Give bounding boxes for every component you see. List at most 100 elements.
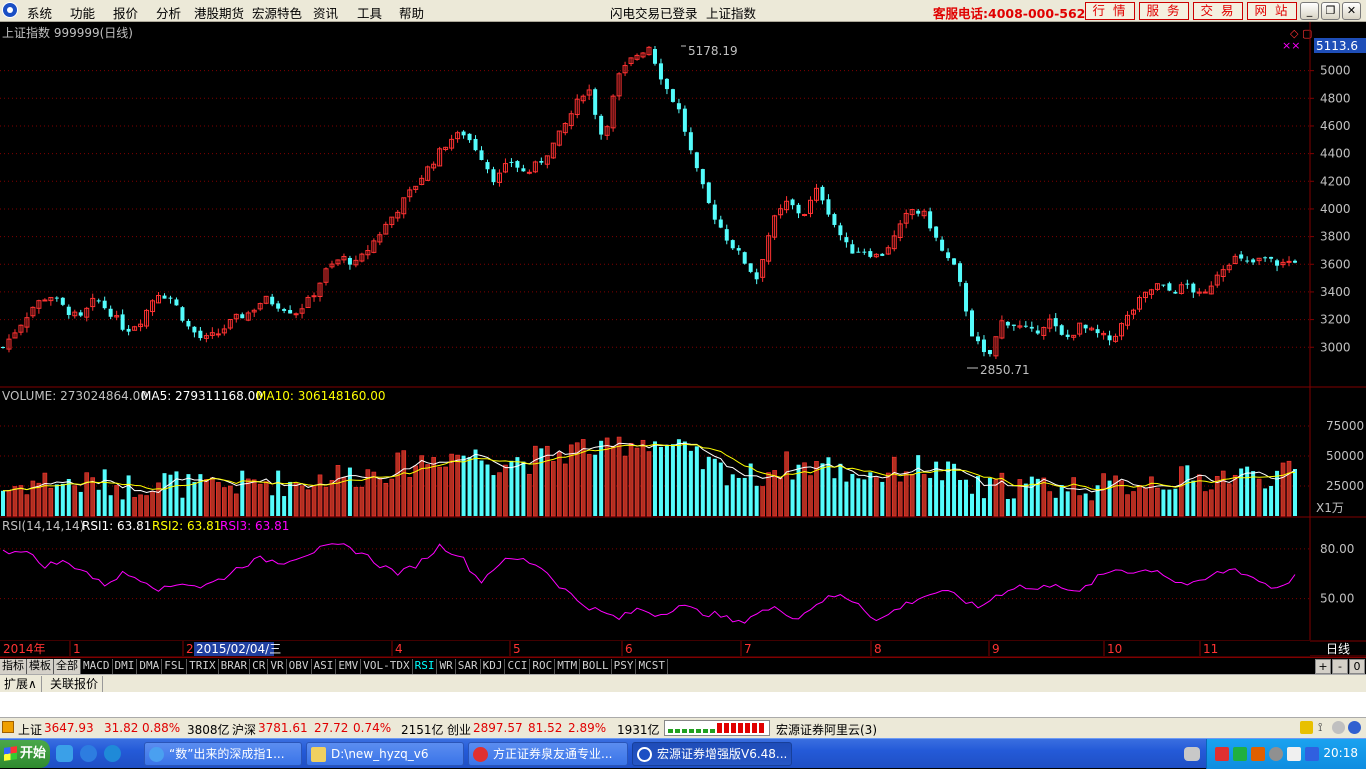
taskbar-window-1-label: “数”出来的深成指1... [169,747,285,761]
taskbar-window-4[interactable]: 宏源证券增强版V6.48... [632,742,792,766]
volume-bar [120,499,125,516]
tray-icon-red[interactable] [1215,747,1229,761]
tab-asi[interactable]: ASI [312,659,337,674]
volume-bar [156,482,161,517]
tab-control-0[interactable]: + [1315,659,1331,674]
volume-bar [467,457,472,516]
volume-bar [473,449,478,516]
app-quicklaunch-icon[interactable] [104,745,121,762]
tab-obv[interactable]: OBV [287,659,312,674]
tab-brar[interactable]: BRAR [219,659,251,674]
menu-item-quote[interactable]: 报价 [113,3,138,22]
menu-item-analysis[interactable]: 分析 [156,3,181,22]
website-button[interactable]: 网站 [1247,2,1297,20]
menu-item-function[interactable]: 功能 [70,3,95,22]
tray-icon-green[interactable] [1233,747,1247,761]
tab-cci[interactable]: CCI [505,659,531,674]
trade-button[interactable]: 交易 [1193,2,1243,20]
tab-wr[interactable]: WR [437,659,456,674]
menu-item-hongyuan[interactable]: 宏源特色 [252,3,302,22]
tab-boll[interactable]: BOLL [580,659,612,674]
tab-psy[interactable]: PSY [612,659,637,674]
volume-bar [844,481,849,516]
ie-icon[interactable] [80,745,97,762]
tab-mcst[interactable]: MCST [636,659,668,674]
service-button[interactable]: 服务 [1139,2,1189,20]
candle-down [174,299,179,306]
expand-button[interactable]: 扩展∧ [0,676,42,692]
volume-bar [981,498,986,516]
tab-fsl[interactable]: FSL [162,659,188,674]
volume-tick-label: 75000 [1326,419,1364,433]
tab-emv[interactable]: EMV [336,659,362,674]
tab-trix[interactable]: TRIX [187,659,219,674]
tab-dmi[interactable]: DMI [113,659,138,674]
market-button[interactable]: 行情 [1085,2,1135,20]
candle-down [186,321,191,327]
volume-bar [288,481,293,516]
volume-bar [1275,470,1280,516]
rsi1-label: RSI1: 63.81 [82,519,151,533]
volume-bar [30,480,36,517]
volume-bar [395,452,401,517]
volume-icon[interactable] [1287,747,1301,761]
restore-icon[interactable]: ❐ [1321,2,1340,20]
volume-bar [1220,470,1226,517]
tab-vr[interactable]: VR [268,659,287,674]
volume-bar [1047,491,1053,517]
alert-icon[interactable] [1300,721,1313,734]
tab-vol-tdx[interactable]: VOL-TDX [361,659,413,674]
close-icon[interactable]: ✕ [1342,2,1361,20]
volume-bar [556,451,562,517]
tab-macd[interactable]: MACD [81,659,113,674]
menu-item-help[interactable]: 帮助 [399,3,424,22]
volume-bar [730,474,735,516]
antenna-icon: ⟟ [1318,720,1323,734]
kline-chart[interactable]: 上证指数 999999(日线) 5113.6 ×× ◇ ▢ 5000480046… [0,22,1366,657]
taskbar-window-3-label: 方正证券泉友通专业... [493,747,613,761]
taskbar-window-1[interactable]: “数”出来的深成指1... [144,742,302,766]
price-tick-label: 3800 [1320,230,1351,244]
candle-down [706,182,711,203]
volume-bar [1256,478,1262,517]
related-quote-button[interactable]: 关联报价 [46,676,104,692]
volume-bar [1185,465,1190,516]
tab-rsi[interactable]: RSI [413,659,438,674]
keyboard-icon[interactable] [1184,747,1200,761]
menu-item-news[interactable]: 资讯 [313,3,338,22]
tab-control-2[interactable]: 0 [1349,659,1365,674]
volume-bar [479,460,484,516]
start-button[interactable]: 开始 [0,740,50,768]
tab-mtm[interactable]: MTM [555,659,581,674]
volume-bar [1286,460,1292,517]
status-icon [2,721,14,733]
tab-roc[interactable]: ROC [530,659,556,674]
window-controls-icon[interactable]: ◇ ▢ [1290,27,1312,40]
tab-sar[interactable]: SAR [456,659,481,674]
tab-cn-2[interactable]: 全部 [54,659,81,674]
menu-item-tools[interactable]: 工具 [357,3,382,22]
menu-item-system[interactable]: 系统 [27,3,52,22]
volume-bar [586,454,592,517]
tab-cn-0[interactable]: 指标 [0,659,27,674]
tab-control-1[interactable]: - [1332,659,1348,674]
tab-dma[interactable]: DMA [137,659,163,674]
tray-icon-gray[interactable] [1269,747,1283,761]
month-label: 8 [874,642,882,656]
volume-bar [443,466,448,517]
taskbar-window-2[interactable]: D:\new_hyzq_v6 [306,742,464,766]
volume-bar [42,472,48,517]
tray-icon-blue[interactable] [1305,747,1319,761]
tray-icon-orange[interactable] [1251,747,1265,761]
candle-down [1293,260,1297,263]
menu-item-hk-futures[interactable]: 港股期货 [194,3,244,22]
tab-cn-1[interactable]: 模板 [27,659,54,674]
show-desktop-icon[interactable] [56,745,73,762]
taskbar-window-3[interactable]: 方正证券泉友通专业... [468,742,628,766]
volume-bar [353,486,359,517]
volume-bar [1173,488,1178,516]
candle-up [215,333,221,336]
tab-cr[interactable]: CR [250,659,269,674]
tab-kdj[interactable]: KDJ [481,659,506,674]
minimize-icon[interactable]: _ [1300,2,1319,20]
